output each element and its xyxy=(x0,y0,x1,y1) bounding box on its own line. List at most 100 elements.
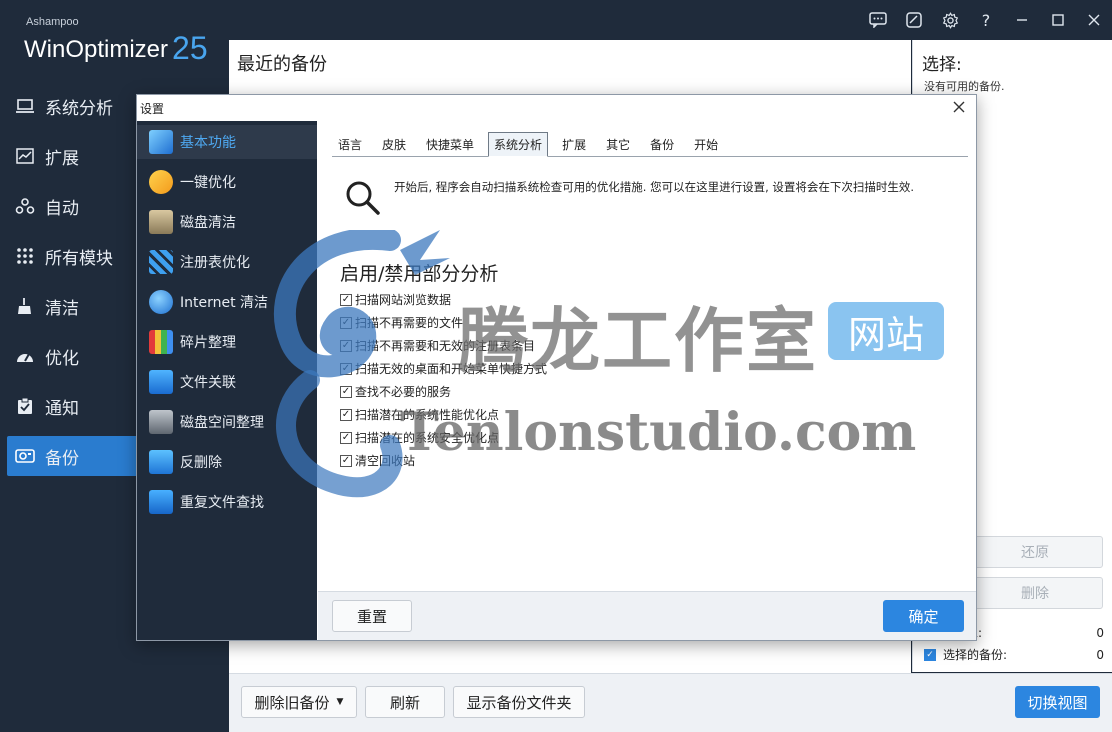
settings-item-defrag[interactable]: 碎片整理 xyxy=(137,325,317,359)
check-registry[interactable]: ✓ 扫描不再需要和无效的注册表条目 xyxy=(340,334,547,357)
sidebar-item-label: 通知 xyxy=(45,398,79,419)
selected-checkbox[interactable]: ✓ xyxy=(924,648,936,661)
settings-item-undelete[interactable]: 反删除 xyxy=(137,445,317,479)
settings-item-disk-space[interactable]: 磁盘空间整理 xyxy=(137,405,317,439)
checkbox[interactable]: ✓ xyxy=(340,408,352,421)
check-recycle-bin[interactable]: ✓ 清空回收站 xyxy=(340,449,547,472)
speedometer-icon xyxy=(14,345,36,367)
refresh-button[interactable]: 刷新 xyxy=(365,686,445,718)
tab-skin[interactable]: 皮肤 xyxy=(376,136,412,156)
panel-subtitle: 没有可用的备份. xyxy=(924,80,1005,93)
checkbox[interactable]: ✓ xyxy=(340,293,352,306)
delete-old-backups-button[interactable]: 删除旧备份 ▼ xyxy=(241,686,357,718)
section-title: 启用/禁用部分分析 xyxy=(340,263,499,285)
help-icon[interactable]: ? xyxy=(968,6,1004,34)
sidebar-item-label: 备份 xyxy=(45,448,79,469)
check-browsing-data[interactable]: ✓ 扫描网站浏览数据 xyxy=(340,288,547,311)
brand-name: WinOptimizer xyxy=(24,36,169,63)
check-label: 查找不必要的服务 xyxy=(355,385,452,399)
reset-button[interactable]: 重置 xyxy=(332,600,412,632)
settings-item-label: 一键优化 xyxy=(180,175,236,191)
check-label: 清空回收站 xyxy=(355,454,416,468)
tab-other[interactable]: 其它 xyxy=(600,136,636,156)
check-label: 扫描不再需要和无效的注册表条目 xyxy=(355,339,536,353)
minimize-icon[interactable] xyxy=(1004,6,1040,34)
checkbox[interactable]: ✓ xyxy=(340,362,352,375)
check-unneeded-files[interactable]: ✓ 扫描不再需要的文件 xyxy=(340,311,547,334)
brand-small: Ashampoo xyxy=(26,16,79,28)
settings-item-file-assoc[interactable]: 文件关联 xyxy=(137,365,317,399)
gear-icon[interactable] xyxy=(932,6,968,34)
checkbox[interactable]: ✓ xyxy=(340,454,352,467)
maximize-icon[interactable] xyxy=(1040,6,1076,34)
settings-item-label: 反删除 xyxy=(180,455,222,471)
settings-item-disk-clean[interactable]: 磁盘清洁 xyxy=(137,205,317,239)
dialog-title: 设置 xyxy=(140,102,165,116)
selected-label: 选择的备份: xyxy=(943,648,1008,662)
tab-start[interactable]: 开始 xyxy=(688,136,724,156)
sidebar-item-label: 清洁 xyxy=(45,298,79,319)
settings-item-basic[interactable]: 基本功能 xyxy=(137,125,317,159)
tab-extend[interactable]: 扩展 xyxy=(556,136,592,156)
checkbox[interactable]: ✓ xyxy=(340,431,352,444)
ok-button[interactable]: 确定 xyxy=(883,600,964,632)
check-security[interactable]: ✓ 扫描潜在的系统安全优化点 xyxy=(340,426,547,449)
backup-icon xyxy=(14,445,36,467)
check-label: 扫描不再需要的文件 xyxy=(355,316,464,330)
settings-item-label: 磁盘空间整理 xyxy=(180,415,264,431)
checkbox[interactable]: ✓ xyxy=(340,316,352,329)
settings-dialog: 设置 基本功能 一键优化 磁盘清洁 注册表优化 Internet 清洁 碎片整理… xyxy=(136,94,977,641)
registry-icon xyxy=(149,250,173,274)
sidebar-item-label: 自动 xyxy=(45,198,79,219)
settings-item-duplicates[interactable]: 重复文件查找 xyxy=(137,485,317,519)
sidebar-item-label: 所有模块 xyxy=(45,248,113,269)
recycle-icon xyxy=(149,450,173,474)
selected-count: 0 xyxy=(1096,647,1104,662)
settings-item-one-click[interactable]: 一键优化 xyxy=(137,165,317,199)
settings-item-registry[interactable]: 注册表优化 xyxy=(137,245,317,279)
close-icon[interactable] xyxy=(950,98,968,116)
tab-backup[interactable]: 备份 xyxy=(644,136,680,156)
settings-item-internet-clean[interactable]: Internet 清洁 xyxy=(137,285,317,319)
tab-context-menu[interactable]: 快捷菜单 xyxy=(420,136,480,156)
settings-item-label: 文件关联 xyxy=(180,375,236,391)
tab-system-analysis[interactable]: 系统分析 xyxy=(488,132,549,157)
duplicate-files-icon xyxy=(149,490,173,514)
tab-language[interactable]: 语言 xyxy=(332,136,368,156)
dropdown-arrow-icon: ▼ xyxy=(336,697,344,707)
sidebar-item-label: 扩展 xyxy=(45,148,79,169)
workflow-icon xyxy=(14,195,36,217)
sidebar-item-backup[interactable]: 备份 xyxy=(7,436,137,476)
checkbox[interactable]: ✓ xyxy=(340,339,352,352)
delete-button[interactable]: 删除 xyxy=(967,577,1103,609)
search-icon xyxy=(344,179,382,221)
settings-item-label: 基本功能 xyxy=(180,135,236,151)
settings-item-label: 磁盘清洁 xyxy=(180,215,236,231)
grid-dots-icon xyxy=(14,245,36,267)
magic-wand-icon xyxy=(149,170,173,194)
check-performance[interactable]: ✓ 扫描潜在的系统性能优化点 xyxy=(340,403,547,426)
show-backup-folder-button[interactable]: 显示备份文件夹 xyxy=(453,686,585,718)
chart-icon xyxy=(14,145,36,167)
settings-sidebar: 基本功能 一键优化 磁盘清洁 注册表优化 Internet 清洁 碎片整理 文件… xyxy=(137,121,317,640)
page-title: 最近的备份 xyxy=(237,54,327,75)
dialog-footer: 重置 确定 xyxy=(318,591,976,640)
checkbox[interactable]: ✓ xyxy=(340,385,352,398)
sidebar-item-label: 系统分析 xyxy=(45,98,113,119)
check-services[interactable]: ✓ 查找不必要的服务 xyxy=(340,380,547,403)
check-label: 扫描潜在的系统性能优化点 xyxy=(355,408,500,422)
close-icon[interactable] xyxy=(1076,6,1112,34)
disk-icon xyxy=(149,210,173,234)
restore-button[interactable]: 还原 xyxy=(967,536,1103,568)
switch-view-button[interactable]: 切换视图 xyxy=(1015,686,1100,718)
clipboard-check-icon xyxy=(14,395,36,417)
settings-body: 语言 皮肤 快捷菜单 系统分析 扩展 其它 备份 开始 开始后, 程序会自动扫描… xyxy=(318,121,976,591)
brand-version: 25 xyxy=(172,30,208,66)
analysis-checklist: ✓ 扫描网站浏览数据 ✓ 扫描不再需要的文件 ✓ 扫描不再需要和无效的注册表条目 ✓ 扫… xyxy=(340,288,547,472)
cube-icon xyxy=(149,130,173,154)
feedback-icon[interactable] xyxy=(860,6,896,34)
check-shortcuts[interactable]: ✓ 扫描无效的桌面和开始菜单快捷方式 xyxy=(340,357,547,380)
skin-icon[interactable] xyxy=(896,6,932,34)
delete-old-label: 删除旧备份 xyxy=(254,693,330,712)
main-window: Ashampoo WinOptimizer 25 ? 系统分析 扩展 自动 所有… xyxy=(0,0,1112,732)
